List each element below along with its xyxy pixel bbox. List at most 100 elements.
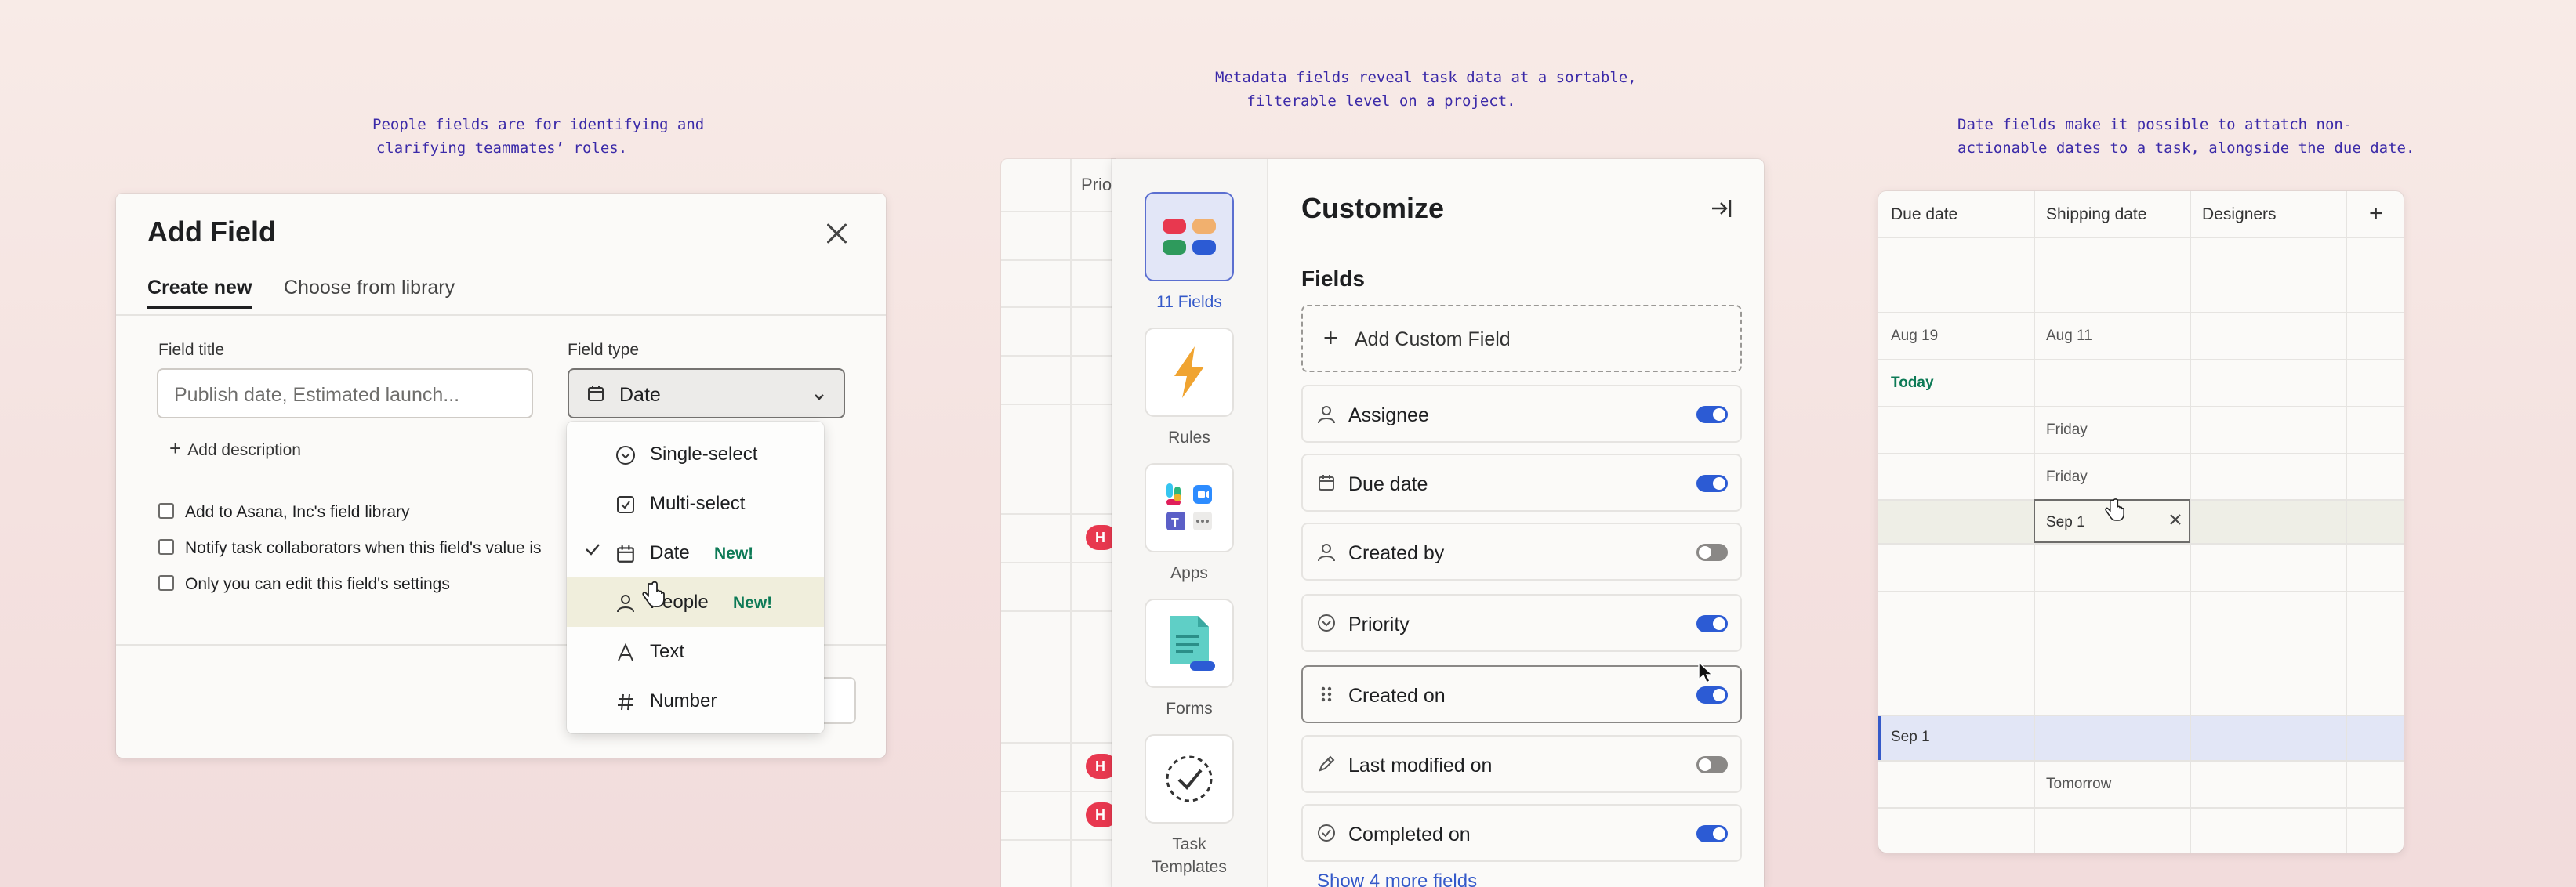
caption-line: filterable level on a project. [1246,92,1516,110]
column-header-priority: Prio [1081,175,1112,194]
grid-divider [1001,211,1115,212]
fields-icon [1145,192,1234,281]
rail-item-forms[interactable]: Forms [1145,599,1234,720]
circle-chevron-icon [1317,614,1336,638]
checkbox-add-to-library[interactable]: Add to Asana, Inc's field library [158,503,410,522]
grid-divider [1001,610,1115,612]
check-circle-icon [1317,824,1336,848]
checkbox-only-you-edit[interactable]: Only you can edit this field's settings [158,575,450,594]
field-row-label: Due date [1348,473,1428,495]
column-header-due-date[interactable]: Due date [1891,205,1957,224]
field-row-created-on[interactable]: Created on [1301,665,1742,723]
date-cell[interactable]: Tomorrow [2046,776,2111,793]
field-row-assignee[interactable]: Assignee [1301,385,1742,443]
close-icon[interactable] [823,220,850,247]
chevron-down-icon [812,387,826,410]
forms-icon [1145,599,1234,688]
add-column-button[interactable]: + [2369,201,2383,227]
field-row-completed-on[interactable]: Completed on [1301,804,1742,862]
arrow-cursor-icon [1697,661,1714,688]
dropdown-item-single-select[interactable]: Single-select [567,429,824,479]
add-description-label: Add description [187,441,301,459]
date-cell-today[interactable]: Today [1891,375,1934,392]
dropdown-item-label: Number [650,690,717,711]
date-cell[interactable]: Aug 11 [2046,328,2092,345]
field-toggle[interactable] [1696,825,1728,842]
column-header-designers[interactable]: Designers [2202,205,2277,224]
show-more-fields-link[interactable]: Show 4 more fields [1317,871,1477,887]
date-cell[interactable]: Friday [2046,469,2088,486]
grid-divider [1001,306,1115,308]
task-templates-icon [1145,734,1234,824]
checkbox-notify-collaborators[interactable]: Notify task collaborators when this fiel… [158,539,542,558]
caption-line: clarifying teammates’ roles. [376,139,628,157]
row-divider [1878,237,2404,238]
checkbox-label: Add to Asana, Inc's field library [185,503,410,521]
customize-panel: 11 Fields Rules T Apps Forms Task Templa… [1112,159,1764,887]
svg-text:T: T [1171,516,1179,530]
person-icon [1317,542,1336,568]
drag-handle-icon[interactable] [1317,685,1336,709]
dropdown-item-number[interactable]: Number [567,676,824,726]
rail-item-rules[interactable]: Rules [1145,328,1234,449]
grid-divider [1001,355,1115,357]
add-custom-field-button[interactable]: + Add Custom Field [1301,305,1742,372]
checkbox-icon[interactable] [158,503,174,519]
dialog-tabs: Create new Choose from library [116,277,886,316]
plus-icon: + [1323,324,1338,352]
caption-people-fields: People fields are for identifying and cl… [372,113,704,160]
checkbox-icon[interactable] [158,539,174,555]
grid-divider [1001,562,1115,563]
field-row-label: Completed on [1348,824,1471,845]
apps-icon: T [1145,463,1234,552]
field-toggle[interactable] [1696,406,1728,423]
dropdown-item-text[interactable]: Text [567,627,824,676]
collapse-panel-icon[interactable] [1709,197,1732,224]
row-divider [1878,807,2404,809]
dropdown-item-label: Date [650,542,690,563]
field-row-created-by[interactable]: Created by [1301,523,1742,581]
field-toggle[interactable] [1696,756,1728,773]
rail-label: 11 Fields [1156,293,1222,311]
checkbox-icon [615,494,636,520]
tab-choose-from-library[interactable]: Choose from library [284,277,455,307]
field-type-value: Date [619,384,661,406]
field-toggle[interactable] [1696,475,1728,492]
rail-label: Rules [1168,429,1210,447]
date-cell[interactable]: Sep 1 [1891,729,1930,746]
rail-item-task-templates[interactable]: Task Templates [1145,734,1234,878]
row-divider [1878,406,2404,407]
field-toggle[interactable] [1696,615,1728,632]
field-row-priority[interactable]: Priority [1301,594,1742,652]
rail-item-apps[interactable]: T Apps [1145,463,1234,585]
tab-create-new[interactable]: Create new [147,277,252,309]
field-toggle[interactable] [1696,686,1728,704]
lightning-icon [1145,328,1234,417]
dropdown-item-label: Multi-select [650,493,746,514]
field-toggle[interactable] [1696,544,1728,561]
dropdown-item-multi-select[interactable]: Multi-select [567,479,824,528]
caption-date-fields: Date fields make it possible to attatch … [1957,113,2415,160]
field-title-input[interactable]: Publish date, Estimated launch... [157,368,533,418]
clear-date-icon[interactable] [2168,510,2182,532]
field-row-last-modified-on[interactable]: Last modified on [1301,735,1742,793]
column-header-shipping-date[interactable]: Shipping date [2046,205,2146,224]
field-row-due-date[interactable]: Due date [1301,454,1742,512]
calendar-icon [1317,473,1336,498]
dropdown-item-date[interactable]: Date New! [567,528,824,577]
column-divider [2346,191,2347,853]
add-description-button[interactable]: + Add description [169,436,301,461]
checkbox-icon[interactable] [158,575,174,591]
caption-metadata-fields: Metadata fields reveal task data at a so… [1215,66,1637,113]
priority-pill: H [1086,802,1115,827]
rail-item-fields[interactable]: 11 Fields [1145,192,1234,313]
rail-label: Apps [1170,564,1208,582]
checkbox-label: Notify task collaborators when this fiel… [185,539,542,557]
field-row-label: Assignee [1348,404,1429,426]
selected-row[interactable] [1878,715,2404,760]
field-type-select[interactable]: Date [568,368,845,418]
dropdown-item-people[interactable]: People New! [567,577,824,627]
date-cell[interactable]: Friday [2046,422,2088,439]
dropdown-item-label: Text [650,641,685,662]
date-cell[interactable]: Aug 19 [1891,328,1938,345]
